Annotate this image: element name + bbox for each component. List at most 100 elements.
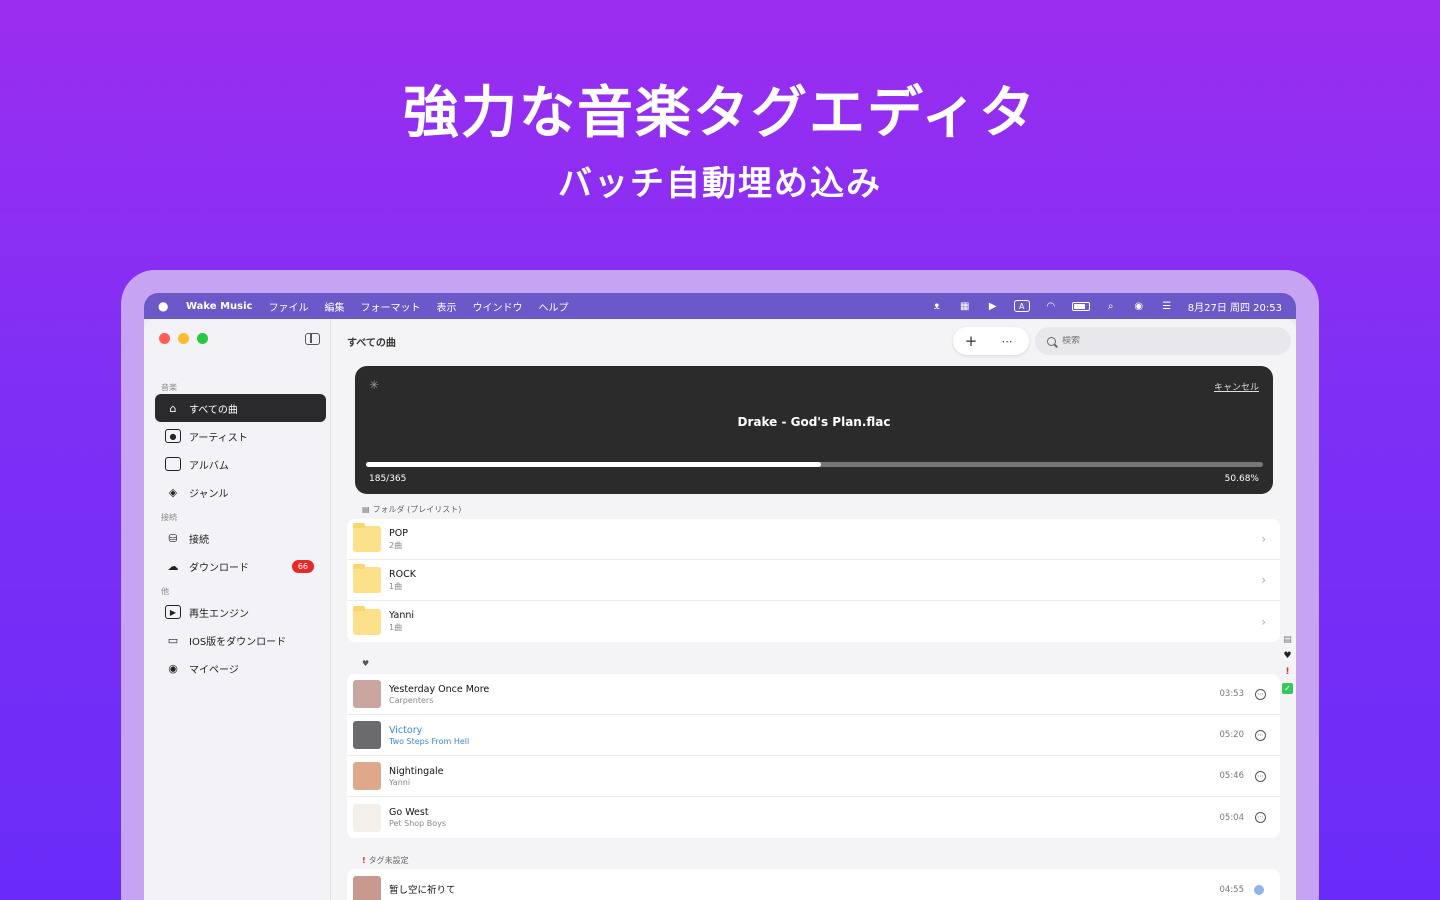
song-title: Go West <box>389 807 429 818</box>
more-icon[interactable]: ⋯ <box>1255 688 1266 700</box>
menu-window[interactable]: ウインドウ <box>472 299 522 314</box>
zoom-button[interactable] <box>197 333 208 344</box>
add-button[interactable]: + <box>953 327 989 355</box>
folder-name: ROCK <box>389 568 416 580</box>
screen: ● Wake Music ファイル 編集 フォーマット 表示 ウインドウ ヘルプ… <box>144 293 1296 900</box>
menu-edit[interactable]: 編集 <box>324 299 344 314</box>
song-row[interactable]: Nightingale Yanni 05:46 ⋯ <box>347 756 1280 797</box>
index-folder-icon[interactable]: ▤ <box>1283 635 1292 645</box>
control-center-icon[interactable]: ☰ <box>1160 300 1174 312</box>
menu-app-name[interactable]: Wake Music <box>186 301 252 312</box>
song-duration: 04:55 <box>1219 884 1245 895</box>
untagged-section-label: ! タグ未設定 <box>362 855 409 866</box>
menu-help[interactable]: ヘルプ <box>538 299 568 314</box>
folder-row[interactable]: Yanni 1曲 › <box>347 601 1280 642</box>
song-title: Yesterday Once More <box>389 683 490 695</box>
menu-file[interactable]: ファイル <box>268 299 308 314</box>
download-count-badge: 66 <box>291 559 314 573</box>
song-row[interactable]: Victory Two Steps From Hell 05:20 ⋯ <box>347 715 1280 756</box>
song-artist: Carpenters <box>389 695 434 705</box>
play-square-icon: ▶ <box>165 605 181 619</box>
song-duration: 03:53 <box>1219 689 1245 699</box>
folder-row[interactable]: POP 2曲 › <box>347 519 1280 560</box>
tag-progress-card: ✳ キャンセル Drake - God's Plan.flac 185/365 … <box>355 366 1273 494</box>
more-options-button[interactable]: ⋯ <box>989 327 1025 355</box>
song-title: Nightingale <box>389 765 444 777</box>
minimize-button[interactable] <box>178 333 189 344</box>
close-button[interactable] <box>159 333 170 344</box>
index-exclamation-icon[interactable]: ! <box>1285 667 1289 677</box>
sidebar-item-connect[interactable]: ⛁ 接続 <box>155 524 326 552</box>
sidebar-item-my-page[interactable]: ◉ マイページ <box>155 654 326 682</box>
sidebar-item-label: アルバム <box>189 460 229 472</box>
cat-icon[interactable]: ᴥ <box>930 300 944 312</box>
folder-row[interactable]: ROCK 1曲 › <box>347 560 1280 601</box>
song-text: Yesterday Once More Carpenters <box>389 684 489 705</box>
index-heart-icon[interactable]: ♥ <box>1283 651 1291 661</box>
input-a-icon[interactable]: A <box>1013 300 1030 312</box>
menu-bar: ● Wake Music ファイル 編集 フォーマット 表示 ウインドウ ヘルプ… <box>144 293 1296 319</box>
promo-headline: 強力な音楽タグエディタ <box>402 81 1038 146</box>
song-row[interactable]: 暂し空に祈りて 04:55 <box>347 869 1280 900</box>
menu-view[interactable]: 表示 <box>436 299 456 314</box>
sidebar-toggle-icon[interactable] <box>305 333 320 345</box>
sidebar-item-albums[interactable]: アルバム <box>155 450 326 478</box>
album-icon <box>165 457 181 471</box>
progress-bar-track <box>366 462 1263 467</box>
sidebar-item-all-songs[interactable]: ⌂ すべての曲 <box>155 394 326 422</box>
progress-count: 185/365 <box>369 474 407 484</box>
index-check-icon[interactable]: ✓ <box>1282 683 1293 694</box>
chevron-right-icon: › <box>1261 614 1266 629</box>
song-artist: Yanni <box>389 777 411 787</box>
untagged-label-text: タグ未設定 <box>368 856 409 865</box>
folder-name: POP <box>389 527 408 539</box>
folder-thumbnail <box>353 564 381 593</box>
song-row[interactable]: Yesterday Once More Carpenters 03:53 ⋯ <box>347 674 1280 715</box>
album-art <box>353 762 381 790</box>
sidebar-item-ios-download[interactable]: ▭ IOS版をダウンロード <box>155 626 326 654</box>
folders-label-text: フォルダ (プレイリスト) <box>372 505 462 514</box>
section-label-other: 他 <box>161 587 169 596</box>
menubar-clock[interactable]: 8月27日 周四 20:53 <box>1188 299 1282 314</box>
exclamation-icon: ! <box>362 856 366 865</box>
more-icon[interactable]: ⋯ <box>1255 770 1266 782</box>
sidebar-item-genres[interactable]: ◈ ジャンル <box>155 478 326 506</box>
song-row[interactable]: Go West Pet Shop Boys 05:04 ⋯ <box>347 797 1280 838</box>
battery-icon[interactable] <box>1071 301 1090 311</box>
play-circle-icon[interactable]: ▶ <box>986 300 1000 312</box>
heart-icon: ♥ <box>362 659 370 668</box>
side-index: ▤ ♥ ! ✓ <box>1282 635 1293 694</box>
wifi-icon[interactable]: ◠ <box>1044 300 1058 312</box>
page-title: すべての曲 <box>347 338 396 349</box>
menu-format[interactable]: フォーマット <box>360 299 420 314</box>
folders-list: POP 2曲 › ROCK 1曲 › Yanni 1曲 › <box>347 519 1280 642</box>
siri-icon[interactable]: ◉ <box>1132 300 1146 312</box>
apple-icon[interactable]: ● <box>158 299 172 313</box>
more-icon[interactable]: ⋯ <box>1255 812 1266 823</box>
untagged-list: 暂し空に祈りて 04:55 <box>347 869 1280 900</box>
song-text: 暂し空に祈りて <box>389 882 456 898</box>
person-icon: ● <box>165 429 181 443</box>
sidebar-item-downloads[interactable]: ☁ ダウンロード 66 <box>155 552 326 580</box>
cancel-link[interactable]: キャンセル <box>1214 380 1259 393</box>
search-input[interactable] <box>1062 336 1262 346</box>
app-window: 音楽 ⌂ すべての曲 ● アーティスト アルバム ◈ ジャンル 接続 ⛁ 接続 <box>144 319 1296 900</box>
spotlight-icon[interactable]: ⌕ <box>1104 300 1118 312</box>
folder-thumbnail <box>353 523 381 552</box>
search-field[interactable] <box>1035 327 1291 355</box>
section-label-connect: 接続 <box>161 513 177 522</box>
sidebar-item-playback-engine[interactable]: ▶ 再生エンジン <box>155 598 326 626</box>
main-content: すべての曲 + ⋯ ✳ キャンセル Drake - God's Plan.fla… <box>331 319 1296 900</box>
sidebar-item-label: マイページ <box>189 664 239 676</box>
more-icon[interactable]: ⋯ <box>1255 729 1266 741</box>
home-icon: ⌂ <box>169 401 177 415</box>
folder-count: 1曲 <box>389 581 403 591</box>
song-artist: Pet Shop Boys <box>389 819 447 828</box>
sidebar-item-artists[interactable]: ● アーティスト <box>155 422 326 450</box>
section-label-music: 音楽 <box>161 383 177 392</box>
grid-icon[interactable]: ▦ <box>958 300 972 312</box>
folder-thumbnail <box>353 605 381 635</box>
spinner-icon: ✳ <box>369 378 380 392</box>
song-text: Go West Pet Shop Boys <box>389 807 446 828</box>
chevron-right-icon: › <box>1261 573 1266 587</box>
